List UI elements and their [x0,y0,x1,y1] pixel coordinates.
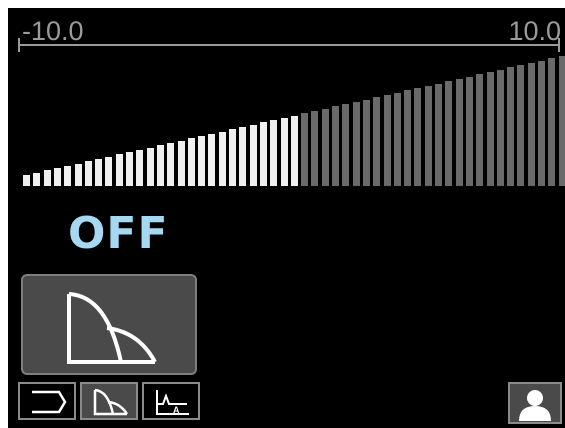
level-bar [558,56,565,186]
status-value: OFF [68,208,169,259]
arc-shape-icon [67,292,157,364]
machine-screen: -10.0 10.0 OFF A [8,8,565,428]
level-bar [465,76,473,186]
level-bar [393,92,401,186]
level-bar [64,165,72,186]
level-bar [146,147,154,186]
level-bar [280,117,288,186]
level-bar [198,136,206,186]
mode-button-trigger[interactable] [18,382,76,420]
mode-button-arc-shape[interactable] [80,382,138,420]
level-bar [23,175,30,186]
level-bar [126,152,133,186]
level-bar [270,120,278,186]
level-bar [362,99,370,186]
trigger-2step-icon [32,390,67,414]
level-bar [156,145,164,186]
level-bar [373,97,381,186]
user-icon [519,390,551,421]
level-bar [177,140,185,186]
level-bar [424,85,432,186]
level-bar [239,126,247,186]
crater-current-label: A [173,405,180,415]
level-bar [445,81,453,186]
level-bar [455,78,463,186]
user-profile-button[interactable] [508,382,562,424]
selected-mode-display[interactable] [21,274,197,375]
level-bar [548,58,556,186]
level-bar [43,170,51,186]
level-bar [311,110,319,186]
level-bar [53,168,61,186]
level-bar [476,74,484,186]
level-bar [414,88,422,186]
level-bar [33,172,41,186]
level-bar-graph[interactable] [8,8,565,198]
level-bar [321,108,329,186]
level-bar [507,67,515,186]
level-bar [208,133,216,186]
level-bar [249,124,257,186]
level-bar [332,106,339,186]
level-bar [167,143,175,186]
level-bar [136,149,144,186]
mode-button-crater[interactable]: A [142,382,200,420]
level-bar [301,113,309,186]
level-bar [187,138,195,186]
level-bar [259,122,267,186]
level-bar [435,83,442,186]
level-bar [538,60,545,186]
level-bar [290,115,298,186]
level-bar [517,65,525,186]
level-bar [486,72,494,186]
level-bar [383,94,391,186]
arc-shape-icon [93,388,129,416]
level-bar [496,69,504,186]
level-bar [342,104,350,186]
level-bar [218,131,226,186]
level-bar [404,90,412,186]
level-bar [352,101,360,186]
level-bar [95,159,103,186]
level-bar [84,161,92,186]
level-bar [105,156,113,186]
level-bar [115,154,123,186]
crater-current-icon: A [156,390,189,415]
level-bar [527,62,535,186]
level-bar [74,163,82,186]
level-bar [229,129,236,186]
